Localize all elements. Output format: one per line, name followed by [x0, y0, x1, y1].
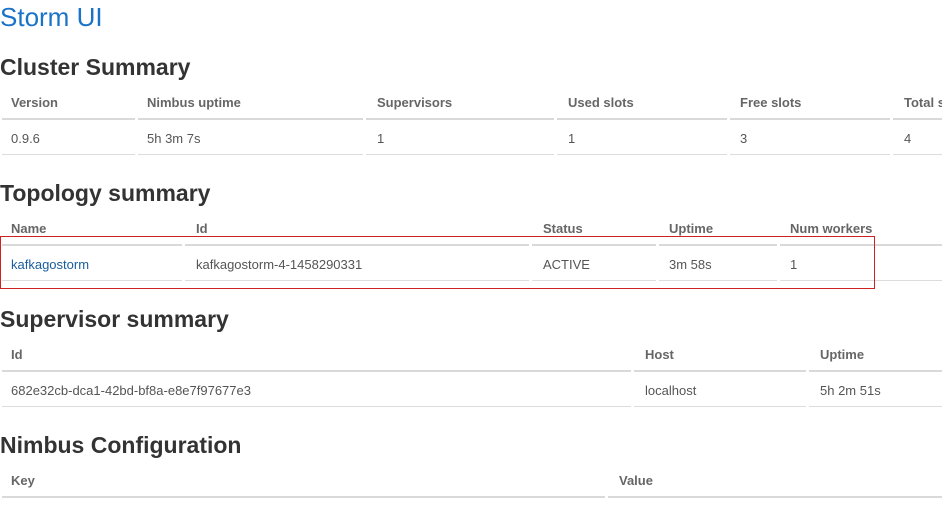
col-header-supervisors[interactable]: Supervisors: [377, 95, 452, 110]
row-rule: [659, 280, 777, 281]
col-header-version[interactable]: Version: [11, 95, 58, 110]
col-header-status[interactable]: Status: [543, 221, 583, 236]
col-header-free-slots[interactable]: Free slots: [740, 95, 801, 110]
header-rule: [185, 244, 529, 246]
topology-name-link[interactable]: kafkagostorm: [11, 257, 89, 272]
header-rule: [608, 496, 942, 498]
nimbus-configuration-title: Nimbus Configuration: [0, 432, 242, 458]
col-header-uptime[interactable]: Uptime: [669, 221, 713, 236]
header-rule: [2, 370, 631, 372]
col-header-host[interactable]: Host: [645, 347, 674, 362]
col-header-num-workers[interactable]: Num workers: [790, 221, 872, 236]
topology-summary-title: Topology summary: [0, 180, 211, 206]
cell-supervisor-host: localhost: [645, 383, 697, 398]
cell-supervisors: 1: [377, 131, 385, 146]
header-rule: [2, 496, 605, 498]
header-rule: [780, 244, 942, 246]
row-rule: [730, 154, 890, 155]
cell-nimbus-uptime: 5h 3m 7s: [147, 131, 201, 146]
col-header-total-slots[interactable]: Total s: [904, 95, 942, 110]
cell-supervisor-uptime: 5h 2m 51s: [820, 383, 881, 398]
supervisor-summary-title: Supervisor summary: [0, 306, 229, 332]
header-rule: [557, 118, 727, 120]
header-rule: [2, 118, 135, 120]
header-rule: [730, 118, 890, 120]
row-rule: [780, 280, 942, 281]
col-header-id[interactable]: Id: [196, 221, 208, 236]
cell-topology-status: ACTIVE: [543, 257, 590, 272]
col-header-uptime[interactable]: Uptime: [820, 347, 864, 362]
row-rule: [2, 406, 631, 407]
cell-supervisor-id: 682e32cb-dca1-42bd-bf8a-e8e7f97677e3: [11, 383, 251, 398]
row-rule: [634, 406, 806, 407]
header-rule: [659, 244, 777, 246]
col-header-used-slots[interactable]: Used slots: [568, 95, 634, 110]
row-rule: [557, 154, 727, 155]
row-rule: [366, 154, 554, 155]
header-rule: [634, 370, 806, 372]
header-rule: [893, 118, 942, 120]
cell-total-slots: 4: [904, 131, 912, 146]
header-rule: [809, 370, 942, 372]
row-rule: [185, 280, 529, 281]
cell-free-slots: 3: [740, 131, 748, 146]
col-header-name[interactable]: Name: [11, 221, 46, 236]
header-rule: [2, 244, 182, 246]
cell-topology-id: kafkagostorm-4-1458290331: [196, 257, 363, 272]
header-rule: [138, 118, 363, 120]
header-rule: [366, 118, 554, 120]
row-rule: [809, 406, 942, 407]
header-rule: [532, 244, 656, 246]
col-header-nimbus-uptime[interactable]: Nimbus uptime: [147, 95, 241, 110]
cluster-summary-title: Cluster Summary: [0, 54, 191, 80]
cell-used-slots: 1: [568, 131, 576, 146]
cell-version: 0.9.6: [11, 131, 40, 146]
row-rule: [893, 154, 942, 155]
col-header-key[interactable]: Key: [11, 473, 35, 488]
row-rule: [532, 280, 656, 281]
row-rule: [2, 280, 182, 281]
cell-num-workers: 1: [790, 257, 798, 272]
app-title[interactable]: Storm UI: [0, 0, 103, 34]
row-rule: [138, 154, 363, 155]
row-rule: [2, 154, 135, 155]
col-header-value[interactable]: Value: [619, 473, 653, 488]
cell-topology-uptime: 3m 58s: [669, 257, 712, 272]
col-header-id[interactable]: Id: [11, 347, 23, 362]
